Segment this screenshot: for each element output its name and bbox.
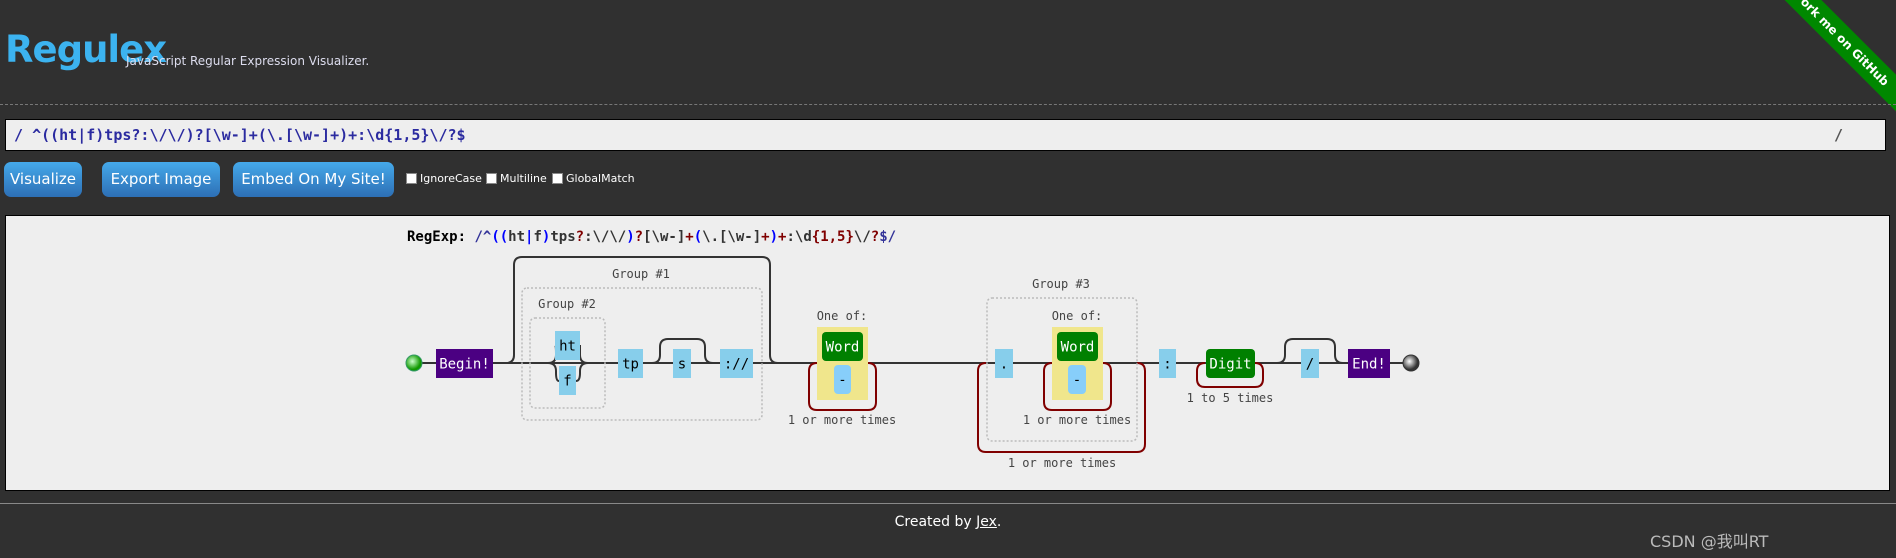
- regexp-token: ?: [576, 229, 584, 245]
- literal-node-label: tp: [622, 357, 639, 373]
- literal-node: /: [1301, 349, 1319, 378]
- regexp-token: ht: [508, 229, 525, 245]
- group3-label: Group #3: [1032, 277, 1090, 291]
- repeat-label: 1 to 5 times: [1187, 391, 1274, 405]
- regexp-token: ): [542, 229, 550, 245]
- regexp-token: ?: [635, 229, 643, 245]
- literal-node-label: f: [563, 374, 571, 390]
- regexp-token: {1,5}: [812, 229, 854, 245]
- regexp-token: [\w-]: [643, 229, 685, 245]
- regex-diagram: RegExp: /^((ht|f)tps?:\/\/)?[\w-]+(\.[\w…: [405, 229, 1420, 470]
- literal-node: ht: [555, 331, 580, 360]
- regexp-token: +: [761, 229, 769, 245]
- repeat-label: 1 or more times: [788, 413, 896, 427]
- literal-node: ://: [720, 349, 753, 378]
- regexp-token: :\/\/: [584, 229, 626, 245]
- range-node: -: [834, 365, 851, 394]
- begin-node: Begin!: [436, 349, 493, 378]
- literal-node-label: ://: [724, 357, 749, 373]
- literal-node-label: .: [1000, 357, 1008, 373]
- regexp-token: +: [778, 229, 786, 245]
- literal-node: s: [673, 349, 691, 378]
- repeat-label: 1 or more times: [1023, 413, 1131, 427]
- connectors: [414, 256, 1411, 382]
- literal-node-label: :: [1163, 357, 1171, 373]
- range-node: -: [1068, 365, 1086, 394]
- end-node-icon: [1402, 354, 1420, 372]
- regexp-token: f: [533, 229, 541, 245]
- literal-node-label: /: [1306, 357, 1314, 373]
- begin-node-label: Begin!: [439, 357, 490, 373]
- range-node-label: -: [838, 373, 846, 389]
- literal-node-label: ht: [559, 339, 576, 355]
- regexp-token: /^: [474, 229, 491, 245]
- regexp-token: :\d: [786, 229, 811, 245]
- footer-credit: Created by Jex.: [894, 514, 1002, 530]
- regexp-label: RegExp:: [407, 229, 466, 245]
- regexp-token: tps: [550, 229, 575, 245]
- digit-class-node-label: Digit: [1209, 357, 1251, 373]
- group2-label: Group #2: [538, 297, 596, 311]
- word-class-node-label: Word: [826, 340, 860, 356]
- regexp-token: (: [694, 229, 702, 245]
- repeat-label: 1 or more times: [1008, 456, 1116, 470]
- digit-class-node: Digit: [1206, 349, 1255, 378]
- regexp-token: +: [685, 229, 693, 245]
- regexp-heading: RegExp: /^((ht|f)tps?:\/\/)?[\w-]+(\.[\w…: [407, 229, 896, 245]
- word-class-node: Word: [822, 332, 863, 361]
- regexp-token: $/: [879, 229, 896, 245]
- footer-divider: [0, 503, 1896, 504]
- regexp-token: ?: [871, 229, 879, 245]
- author-link[interactable]: Jex: [976, 514, 997, 530]
- watermark: CSDN @我叫RT: [1650, 532, 1769, 551]
- one-of-label: One of:: [817, 309, 868, 323]
- group1-label: Group #1: [612, 267, 670, 281]
- regexp-token: \.[\w-]: [702, 229, 761, 245]
- regexp-token: |: [525, 229, 533, 245]
- end-node: End!: [1348, 349, 1390, 378]
- repeat-loops: [808, 362, 1264, 453]
- regexp-source: /^((ht|f)tps?:\/\/)?[\w-]+(\.[\w-]+)+:\d…: [474, 229, 896, 245]
- regexp-token: ): [770, 229, 778, 245]
- range-node-label: -: [1073, 373, 1081, 389]
- end-node-label: End!: [1352, 357, 1386, 373]
- regexp-token: ): [626, 229, 634, 245]
- regexp-token: \/: [854, 229, 871, 245]
- literal-node: .: [995, 349, 1013, 378]
- start-node-icon: [405, 354, 423, 372]
- literal-node: f: [559, 366, 576, 395]
- literal-node-label: s: [678, 357, 686, 373]
- literal-node: :: [1159, 349, 1176, 378]
- regexp-token: ((: [491, 229, 508, 245]
- one-of-label: One of:: [1052, 309, 1103, 323]
- word-class-node-label: Word: [1061, 340, 1095, 356]
- word-class-node: Word: [1057, 332, 1098, 361]
- literal-node: tp: [618, 349, 643, 378]
